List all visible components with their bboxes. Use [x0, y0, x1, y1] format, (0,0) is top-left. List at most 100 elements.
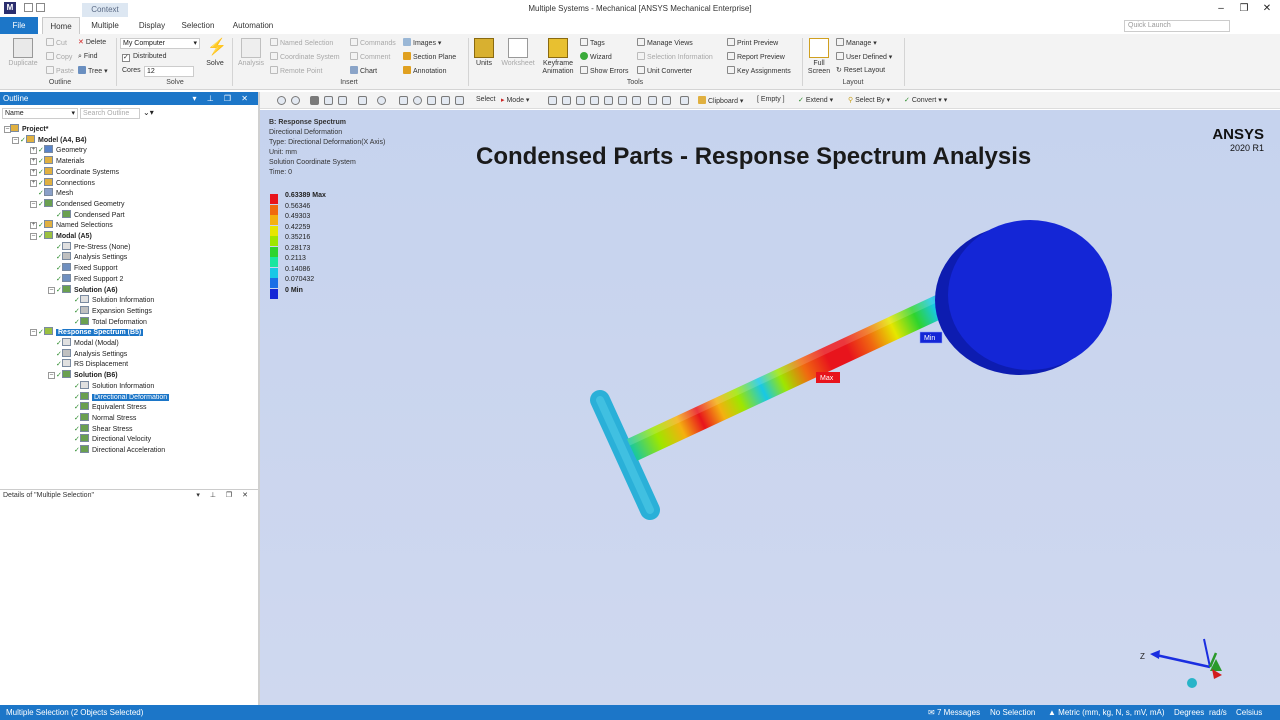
tree-node[interactable]: Modal (Modal)	[62, 338, 119, 349]
magnifier-icon[interactable]	[455, 96, 464, 105]
tree-expander[interactable]: –	[48, 286, 55, 294]
tree-node[interactable]: Coordinate Systems	[44, 166, 119, 178]
panel-controls[interactable]: ▾ ⊥ ❐ ✕	[192, 92, 252, 105]
tree-node[interactable]: Expansion Settings	[80, 305, 152, 317]
zoom-in-icon[interactable]	[277, 96, 286, 105]
node-select-icon[interactable]	[604, 96, 613, 105]
remote-point-button[interactable]: Remote Point	[270, 66, 322, 77]
distributed-checkbox[interactable]: ✓ Distributed	[122, 52, 166, 62]
delete-button[interactable]: ✕ Delete	[78, 38, 106, 48]
tree-node[interactable]: Fixed Support 2	[62, 273, 123, 285]
tree-expander[interactable]: +	[30, 158, 37, 166]
disk-part[interactable]	[935, 220, 1112, 375]
tree-node[interactable]: Connections	[44, 177, 95, 189]
convert-button[interactable]: ✓ Convert ▾ ▾	[904, 96, 947, 104]
chart-button[interactable]: Chart	[350, 66, 377, 77]
tree-expander[interactable]: –	[12, 136, 19, 144]
tree-node[interactable]: Solution Information	[80, 295, 154, 306]
pan-icon[interactable]	[399, 96, 408, 105]
filter-icon[interactable]: ⌄▾	[143, 108, 154, 117]
edge-select-icon[interactable]	[562, 96, 571, 105]
messages-indicator[interactable]: ✉ 7 Messages	[928, 705, 980, 720]
angle-unit-status[interactable]: Degrees	[1174, 705, 1204, 720]
tree-node[interactable]: Geometry	[44, 145, 87, 156]
tree-node[interactable]: Total Deformation	[80, 316, 147, 328]
extend-button[interactable]: ✓ Extend ▾	[798, 96, 833, 104]
copy-button[interactable]: Copy	[46, 52, 72, 63]
manage-views-button[interactable]: Manage Views	[637, 38, 693, 49]
tree-node[interactable]: Model (A4, B4)	[26, 134, 87, 146]
coordinate-triad[interactable]: Z	[1130, 625, 1230, 695]
maximize-button[interactable]: ❐	[1233, 2, 1255, 15]
images-button[interactable]: Images ▾	[403, 38, 441, 49]
tree-expander[interactable]: +	[30, 168, 37, 176]
quick-launch-input[interactable]: Quick Launch	[1124, 20, 1230, 32]
tree-button[interactable]: Tree ▾	[78, 66, 108, 77]
tree-node[interactable]: Mesh	[44, 188, 73, 199]
cores-input[interactable]: 12	[144, 66, 194, 77]
mode-button[interactable]: ▸ Mode ▾	[501, 96, 529, 104]
tree-node[interactable]: Solution (A6)	[62, 284, 118, 296]
tree-node[interactable]: Modal (A5)	[44, 231, 92, 242]
tree-node[interactable]: Solution Information	[80, 380, 154, 392]
report-preview-button[interactable]: Report Preview	[727, 52, 785, 63]
shaft-part[interactable]	[626, 286, 964, 461]
close-button[interactable]: ✕	[1256, 2, 1278, 15]
zoom-fit-icon[interactable]	[441, 96, 450, 105]
tree-node[interactable]: Condensed Geometry	[44, 198, 124, 210]
tree-node[interactable]: Project*	[10, 124, 48, 135]
rate-unit-status[interactable]: rad/s	[1209, 705, 1227, 720]
tree-node[interactable]: Directional Acceleration	[80, 445, 165, 456]
minimize-button[interactable]: –	[1210, 2, 1232, 15]
key-assignments-button[interactable]: Key Assignments	[727, 66, 791, 77]
face-select-icon[interactable]	[576, 96, 585, 105]
tree-node[interactable]: RS Displacement	[62, 359, 128, 370]
solve-button[interactable]: ⚡ Solve	[204, 38, 227, 68]
show-errors-button[interactable]: Show Errors	[580, 66, 629, 77]
rotate-icon[interactable]	[377, 96, 386, 105]
tree-expander[interactable]: –	[48, 372, 55, 380]
tree-expander[interactable]: +	[30, 222, 37, 230]
tree-node[interactable]: Pre-Stress (None)	[62, 241, 130, 253]
analysis-button[interactable]: Analysis	[236, 38, 266, 68]
tree-expander[interactable]: +	[30, 147, 37, 155]
shaded-icon[interactable]	[310, 96, 319, 105]
commands-button[interactable]: Commands	[350, 38, 396, 49]
tree-node[interactable]: Analysis Settings	[62, 348, 127, 360]
section-plane-button[interactable]: Section Plane	[403, 52, 456, 63]
annotation-button[interactable]: Annotation	[403, 66, 446, 77]
temperature-unit-status[interactable]: Celsius	[1236, 705, 1262, 720]
paste-button[interactable]: Paste	[46, 66, 74, 77]
user-defined-button[interactable]: User Defined ▾	[836, 52, 892, 63]
select-by-button[interactable]: ⚲ Select By ▾	[848, 96, 890, 104]
mesh-select-icon[interactable]	[648, 96, 657, 105]
comment-button[interactable]: Comment	[350, 52, 390, 63]
cut-button[interactable]: Cut	[46, 38, 67, 49]
tree-expander[interactable]: –	[30, 233, 37, 240]
named-selection-button[interactable]: Named Selection	[270, 38, 333, 49]
selection-information-button[interactable]: Selection Information	[637, 52, 713, 63]
tree-expander[interactable]: +	[30, 179, 37, 187]
unit-converter-button[interactable]: Unit Converter	[637, 66, 692, 77]
edges-icon[interactable]	[338, 96, 347, 105]
box-select-icon[interactable]	[358, 96, 367, 105]
wizard-button[interactable]: Wizard	[580, 52, 612, 63]
unit-system-status[interactable]: ▲ Metric (mm, kg, N, s, mV, mA)	[1048, 705, 1165, 720]
tree-node[interactable]: Directional Deformation	[80, 391, 170, 403]
wireframe-icon[interactable]	[324, 96, 333, 105]
filter-icon[interactable]	[680, 96, 689, 105]
name-filter-select[interactable]: Name ▾	[2, 108, 78, 119]
solve-machine-select[interactable]: My Computer ▾	[120, 38, 200, 49]
reset-layout-button[interactable]: ↻ Reset Layout	[836, 66, 885, 76]
model-geometry[interactable]: Max Min	[560, 220, 1120, 540]
tags-button[interactable]: Tags	[580, 38, 605, 49]
keyframe-animation-button[interactable]: Keyframe Animation	[540, 38, 576, 76]
duplicate-button[interactable]: Duplicate	[6, 38, 40, 68]
full-screen-button[interactable]: Full Screen	[806, 38, 832, 76]
tab-home[interactable]: Home	[42, 17, 80, 34]
element-face-icon[interactable]	[618, 96, 627, 105]
zoom-icon[interactable]	[413, 96, 422, 105]
worksheet-button[interactable]: Worksheet	[498, 38, 538, 68]
body-select-icon[interactable]	[590, 96, 599, 105]
units-button[interactable]: Units	[472, 38, 496, 68]
